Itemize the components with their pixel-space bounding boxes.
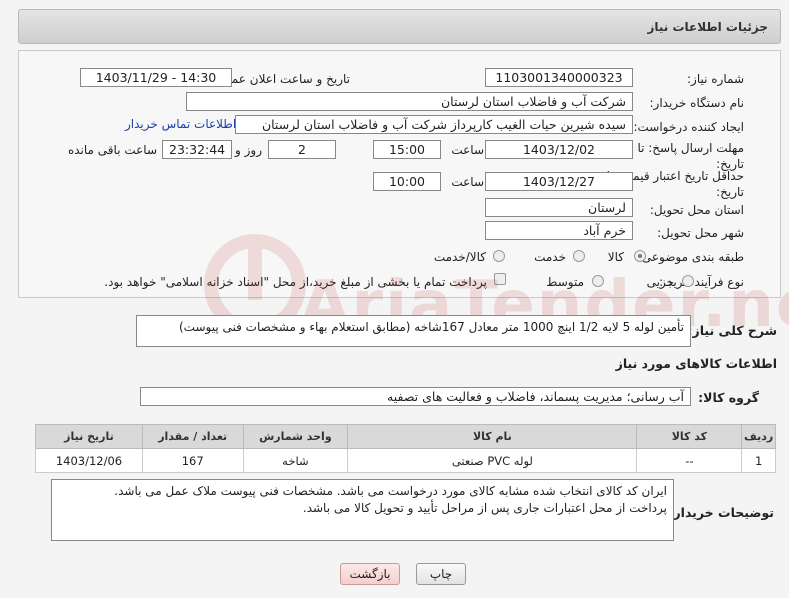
creator-label: ایجاد کننده درخواست: xyxy=(633,120,744,134)
back-button[interactable]: بازگشت xyxy=(340,563,400,585)
need-number-label: شماره نیاز: xyxy=(687,72,744,86)
payment-note: پرداخت تمام یا بخشی از مبلغ خرید،از محل … xyxy=(104,275,487,289)
col-unit-header: واحد شمارش xyxy=(242,424,349,449)
row-code-cell: -- xyxy=(636,448,743,473)
table-row: 1 -- لوله PVC صنعتی شاخه 167 1403/12/06 xyxy=(35,448,776,473)
remaining-label: ساعت باقی مانده xyxy=(67,143,157,157)
contact-buyer-link[interactable]: اطلاعات تماس خریدار xyxy=(125,117,236,131)
buyer-notes-line-2: پرداخت از محل اعتبارات جاری پس از مراحل … xyxy=(302,501,667,515)
category-service-label: خدمت xyxy=(534,250,566,264)
col-date-header: تاریخ نیاز xyxy=(35,424,143,449)
validity-time-label: ساعت xyxy=(451,175,484,189)
validity-date-field: 1403/12/27 xyxy=(485,172,633,191)
buyer-notes-label: توضیحات خریدار: xyxy=(668,505,774,520)
category-service-radio[interactable] xyxy=(573,250,585,262)
description-field: تأمین لوله 5 لایه 1/2 اینچ 1000 متر معاد… xyxy=(136,315,691,347)
province-field: لرستان xyxy=(485,198,633,217)
creator-field: سیده شیرین حیات الغیب کارپرداز شرکت آب و… xyxy=(235,115,633,134)
goods-group-field: آب رسانی؛ مدیریت پسماند، فاضلاب و فعالیت… xyxy=(140,387,691,406)
deadline-time-field: 15:00 xyxy=(373,140,441,159)
buyer-notes-line-1: ایران کد کالای انتخاب شده مشابه کالای مو… xyxy=(114,484,667,498)
validity-time-field: 10:00 xyxy=(373,172,441,191)
col-code-header: کد کالا xyxy=(636,424,743,449)
category-goods-label: کالا xyxy=(607,250,624,264)
row-number-cell: 1 xyxy=(741,448,776,473)
process-minor-label: جزیی xyxy=(646,275,674,289)
goods-group-label: گروه کالا: xyxy=(698,390,759,405)
process-medium-label: متوسط xyxy=(546,275,584,289)
row-date-cell: 1403/12/06 xyxy=(35,448,143,473)
category-goods-radio[interactable] xyxy=(634,250,646,262)
items-table-header: ردیف کد کالا نام کالا واحد شمارش تعداد /… xyxy=(35,424,776,449)
print-button[interactable]: چاپ xyxy=(416,563,466,585)
goods-info-title: اطلاعات کالاهای مورد نیاز xyxy=(615,356,777,371)
process-minor-radio[interactable] xyxy=(682,275,694,287)
city-label: شهر محل تحویل: xyxy=(657,226,744,240)
need-number-field: 1103001340000323 xyxy=(485,68,633,87)
buyer-field: شرکت آب و فاضلاب استان لرستان xyxy=(186,92,633,111)
province-label: استان محل تحویل: xyxy=(649,203,744,217)
row-name-cell: لوله PVC صنعتی xyxy=(347,448,638,473)
col-row-header: ردیف xyxy=(741,424,776,449)
col-quantity-header: تعداد / مقدار xyxy=(141,424,244,449)
row-quantity-cell: 167 xyxy=(141,448,244,473)
deadline-time-label: ساعت xyxy=(451,143,484,157)
page-title: جزئیات اطلاعات نیاز xyxy=(647,20,768,34)
announce-field: 1403/11/29 - 14:30 xyxy=(80,68,232,87)
days-label: روز و xyxy=(235,143,262,157)
buyer-label: نام دستگاه خریدار: xyxy=(649,96,745,110)
header-panel: جزئیات اطلاعات نیاز xyxy=(18,9,781,44)
category-label: طبقه بندی موضوعی: xyxy=(637,250,744,264)
col-name-header: نام کالا xyxy=(347,424,638,449)
deadline-date-field: 1403/12/02 xyxy=(485,140,633,159)
row-unit-cell: شاخه xyxy=(242,448,349,473)
treasury-payment-checkbox[interactable] xyxy=(494,273,506,285)
buyer-notes-field: ایران کد کالای انتخاب شده مشابه کالای مو… xyxy=(51,479,674,541)
category-goods-service-label: کالا/خدمت xyxy=(433,250,486,264)
city-field: خرم آباد xyxy=(485,221,633,240)
category-goods-service-radio[interactable] xyxy=(493,250,505,262)
description-label: شرح کلی نیاز: xyxy=(687,323,777,338)
remaining-time-field: 23:32:44 xyxy=(162,140,232,159)
items-table: ردیف کد کالا نام کالا واحد شمارش تعداد /… xyxy=(35,424,776,473)
process-medium-radio[interactable] xyxy=(592,275,604,287)
days-field: 2 xyxy=(268,140,336,159)
